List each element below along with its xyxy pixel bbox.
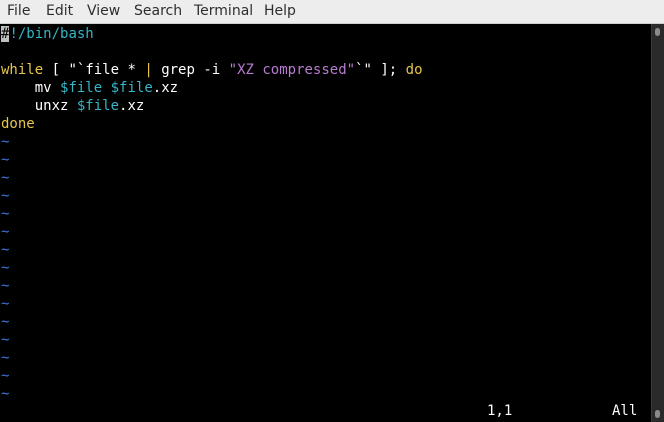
menu-file[interactable]: File: [7, 3, 30, 19]
keyword-do: do: [405, 62, 423, 78]
code-variable: $file: [60, 80, 103, 96]
code-line-5: unxz $file.xz: [1, 97, 145, 115]
empty-line-tilde: ~: [1, 296, 10, 312]
shebang-rest: !/bin/bash: [9, 26, 94, 42]
scroll-indicator: All: [612, 403, 638, 419]
code-text: .xz: [119, 98, 145, 114]
empty-line-tilde: ~: [1, 314, 10, 330]
menu-bar: File Edit View Search Terminal Help: [0, 0, 664, 24]
empty-line-tilde: ~: [1, 224, 10, 240]
code-variable: $file: [110, 80, 153, 96]
code-line-1: #!/bin/bash: [1, 25, 94, 43]
code-option: -i: [203, 62, 221, 78]
code-text: file *: [85, 62, 145, 78]
code-text: `" ];: [355, 62, 406, 78]
scroll-up-handle[interactable]: [655, 28, 660, 36]
code-string: "XZ compressed": [228, 62, 356, 78]
code-line-6: done: [1, 116, 35, 132]
menu-edit[interactable]: Edit: [46, 3, 73, 19]
empty-line-tilde: ~: [1, 152, 10, 168]
code-text: mv: [1, 80, 61, 96]
empty-line-tilde: ~: [1, 134, 10, 150]
menu-view[interactable]: View: [87, 3, 120, 19]
empty-line-tilde: ~: [1, 278, 10, 294]
code-text: grep: [152, 62, 204, 78]
code-line-3: while [ "`file * | grep -i "XZ compresse…: [1, 61, 423, 79]
menu-terminal[interactable]: Terminal: [194, 3, 253, 19]
code-line-4: mv $file $file.xz: [1, 79, 178, 97]
empty-line-tilde: ~: [1, 170, 10, 186]
code-text: [ "`: [43, 62, 86, 78]
empty-line-tilde: ~: [1, 188, 10, 204]
empty-line-tilde: ~: [1, 206, 10, 222]
code-text: .xz: [152, 80, 179, 96]
empty-line-tilde: ~: [1, 242, 10, 258]
menu-search[interactable]: Search: [134, 3, 182, 19]
code-variable: $file: [76, 98, 120, 114]
keyword-pipe: |: [144, 62, 153, 78]
menu-help[interactable]: Help: [264, 3, 296, 19]
scroll-down-handle[interactable]: [655, 410, 660, 418]
empty-line-tilde: ~: [1, 260, 10, 276]
empty-line-tilde: ~: [1, 368, 10, 384]
keyword-while: while: [1, 62, 44, 78]
empty-line-tilde: ~: [1, 350, 10, 366]
cursor-position: 1,1: [487, 403, 513, 419]
empty-line-tilde: ~: [1, 332, 10, 348]
code-text: unxz: [1, 98, 77, 114]
empty-line-tilde: ~: [1, 386, 10, 402]
scrollbar[interactable]: [651, 24, 664, 422]
